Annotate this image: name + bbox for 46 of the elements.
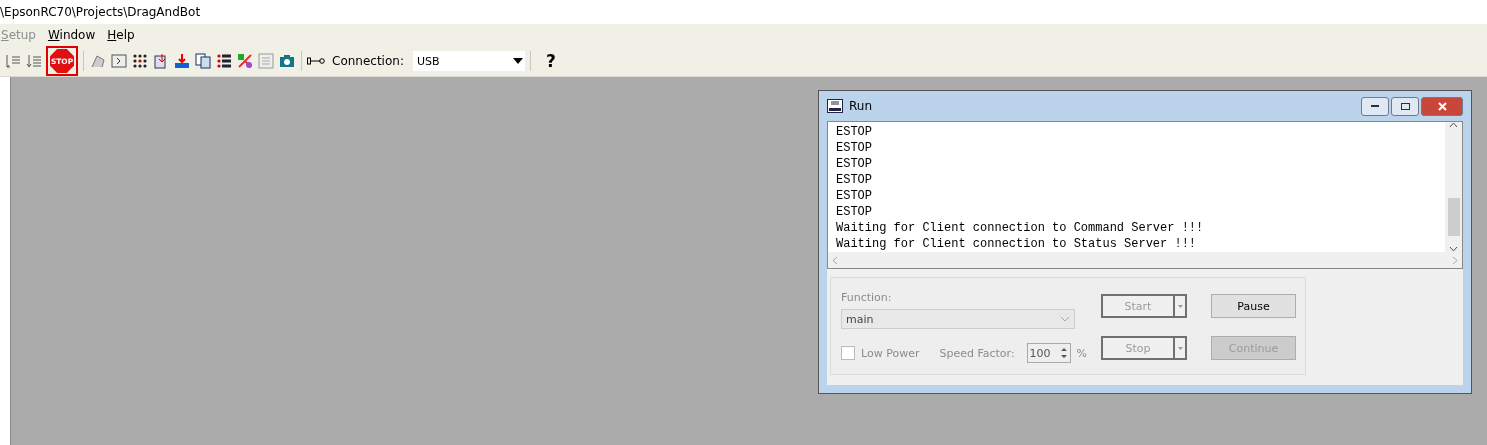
output-line: ESTOP [836, 204, 873, 220]
dots-icon[interactable] [132, 53, 148, 69]
output-line: ESTOP [836, 156, 873, 172]
close-button[interactable] [1421, 96, 1463, 116]
caret-icon [1177, 304, 1183, 308]
io-list-icon[interactable] [216, 53, 232, 69]
low-power-checkbox[interactable] [841, 346, 855, 360]
run-window-title: Run [849, 99, 872, 113]
download-doc-icon[interactable] [153, 53, 169, 69]
scroll-down-icon[interactable] [1449, 246, 1458, 252]
output-line: Waiting for Client connection to Status Server !!! [836, 236, 1198, 252]
percent-label: % [1076, 346, 1088, 360]
run-window-icon [827, 99, 843, 113]
prompt-icon[interactable] [111, 53, 127, 69]
menu-item[interactable]: Help [107, 28, 135, 42]
low-power-label: Low Power [861, 346, 920, 360]
list-down-icon[interactable] [26, 53, 42, 69]
action-button[interactable]: Pause [1211, 294, 1296, 318]
minimize-button[interactable] [1361, 96, 1389, 116]
scrollbar-thumb[interactable] [1447, 198, 1460, 236]
output-line: Waiting for Client connection to Command Server !!! [836, 220, 1205, 236]
output-line: ESTOP [836, 172, 873, 188]
minimize-icon [1371, 104, 1379, 108]
connection-label: Connection: [332, 54, 404, 68]
output-line: ESTOP [836, 140, 873, 156]
function-select[interactable]: main [841, 309, 1075, 329]
help-button[interactable]: ? [545, 51, 556, 71]
output-line: ESTOP [836, 124, 873, 140]
camera-icon[interactable] [279, 53, 295, 69]
function-label: Function: [841, 291, 892, 304]
menu-item[interactable]: Window [47, 28, 96, 42]
output-line: ESTOP [836, 188, 873, 204]
connection-select[interactable]: USB [412, 51, 525, 71]
speed-factor-label: Speed Factor: [939, 346, 1015, 360]
close-icon [1437, 101, 1447, 111]
window-title: \EpsonRC70\Projects\DragAndBot [0, 5, 201, 19]
pages-icon[interactable] [195, 53, 211, 69]
dropdown-arrow-icon [512, 58, 523, 64]
connector-icon [307, 57, 325, 65]
chevron-down-icon [1060, 316, 1070, 322]
restore-icon [1400, 102, 1410, 110]
restore-button[interactable] [1391, 96, 1419, 116]
caret-icon [1177, 346, 1183, 350]
scroll-up-icon[interactable] [1449, 122, 1458, 128]
speed-factor-field[interactable]: 100 [1026, 343, 1071, 363]
download-icon[interactable] [174, 53, 190, 69]
